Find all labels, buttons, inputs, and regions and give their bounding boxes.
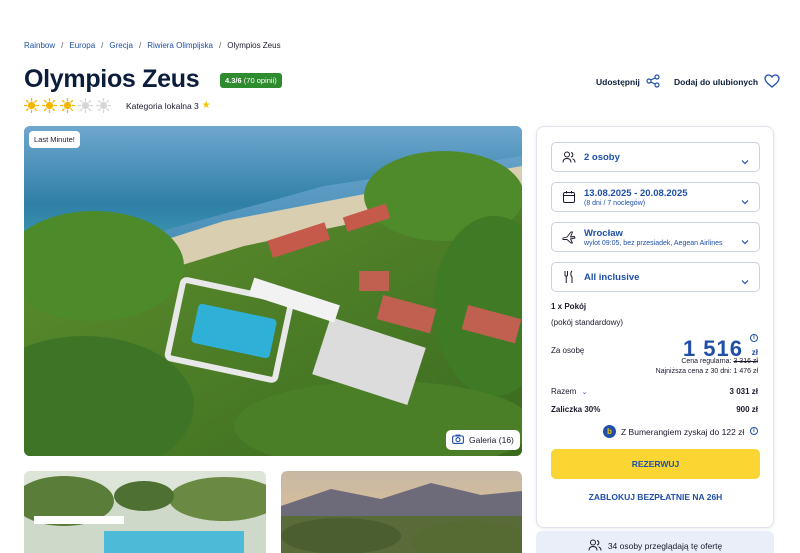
- chevron-down-icon: [741, 153, 749, 165]
- info-icon[interactable]: i: [750, 334, 758, 342]
- total-label: Razem: [551, 387, 577, 396]
- breadcrumb-rainbow[interactable]: Rainbow: [24, 41, 55, 50]
- star-icon: ★: [201, 100, 211, 111]
- share-button[interactable]: Udostępnij: [596, 74, 660, 90]
- page-title: Olympios Zeus: [24, 65, 200, 93]
- departure-details: wylot 09:05, bez przesiadek, Aegean Airl…: [584, 239, 723, 247]
- total-toggle[interactable]: Razem ⌄: [551, 387, 587, 396]
- sun-filled-icon: [41, 97, 58, 114]
- camera-icon: [452, 434, 464, 446]
- dates-select[interactable]: 13.08.2025 - 20.08.2025 (8 dni / 7 nocle…: [551, 182, 760, 212]
- persons-value: 2 osoby: [584, 151, 620, 163]
- thumbnail-photo-2[interactable]: [281, 471, 522, 553]
- breadcrumb: Rainbow / Europa / Grecja / Riwiera Olimpij…: [24, 41, 281, 50]
- gallery-button[interactable]: Galeria (16): [446, 430, 520, 450]
- bumerang-logo: b: [603, 425, 616, 438]
- rating-badge[interactable]: 4.3/6 (70 opinii): [220, 73, 282, 88]
- cutlery-icon: [562, 270, 576, 284]
- bumerang-text: Z Bumerangiem zyskaj do 122 zł: [621, 426, 745, 437]
- viewers-notice: 34 osoby przeglądają tę ofertę: [536, 531, 774, 553]
- gallery-label: Galeria (16): [469, 435, 514, 445]
- last-minute-badge: Last Minute!: [29, 131, 80, 148]
- share-icon: [646, 74, 660, 90]
- rating-value: 4.3/6: [225, 76, 242, 85]
- category-label: Kategoria lokalna 3: [126, 100, 199, 111]
- breadcrumb-grecja[interactable]: Grecja: [109, 41, 133, 50]
- breadcrumb-europa[interactable]: Europa: [69, 41, 95, 50]
- deposit-label: Zaliczka 30%: [551, 405, 601, 414]
- heart-icon: [764, 74, 780, 90]
- chevron-down-icon: [741, 273, 749, 285]
- booking-panel: 2 osoby 13.08.2025 - 20.08.2025 (8 dni /…: [536, 126, 774, 528]
- persons-select[interactable]: 2 osoby: [551, 142, 760, 172]
- plane-icon: [562, 230, 576, 244]
- bumerang-promo: b Z Bumerangiem zyskaj do 122 zł: [603, 425, 744, 438]
- rating-count: (70 opinii): [243, 76, 277, 85]
- lowest-price-30d: Najniższa cena z 30 dni: 1 476 zł: [655, 368, 758, 375]
- departure-city: Wrocław: [584, 227, 623, 239]
- thumbnail-photo-1[interactable]: [24, 471, 266, 553]
- room-count: 1 x Pokój: [551, 302, 587, 311]
- local-category: Kategoria lokalna 3 ★: [126, 100, 211, 111]
- breadcrumb-riwiera[interactable]: Riwiera Olimpijska: [147, 41, 213, 50]
- departure-select[interactable]: Wrocław wylot 09:05, bez przesiadek, Aeg…: [551, 222, 760, 252]
- board-value: All inclusive: [584, 271, 640, 283]
- board-select[interactable]: All inclusive: [551, 262, 760, 292]
- room-type: (pokój standardowy): [551, 318, 624, 327]
- favorite-label: Dodaj do ulubionych: [674, 77, 759, 87]
- regular-price: Cena regularna: 3 316 zł: [681, 358, 758, 365]
- dates-duration: (8 dni / 7 noclegów): [584, 199, 646, 207]
- people-icon: [588, 538, 602, 553]
- chevron-down-icon: [741, 193, 749, 205]
- sun-rating: [23, 97, 112, 114]
- sun-filled-icon: [59, 97, 76, 114]
- price-currency: zł: [751, 348, 758, 357]
- dates-value: 13.08.2025 - 20.08.2025: [584, 187, 688, 199]
- block-free-button[interactable]: ZABLOKUJ BEZPŁATNIE NA 26H: [551, 492, 760, 502]
- info-icon[interactable]: i: [750, 427, 758, 435]
- sun-empty-icon: [77, 97, 94, 114]
- hero-photo[interactable]: [24, 126, 522, 456]
- viewers-text: 34 osoby przeglądają tę ofertę: [607, 541, 723, 551]
- sun-empty-icon: [95, 97, 112, 114]
- people-icon: [562, 150, 576, 164]
- total-value: 3 031 zł: [729, 387, 758, 396]
- breadcrumb-current: Olympios Zeus: [227, 41, 281, 50]
- regular-price-label: Cena regularna:: [681, 358, 732, 365]
- sun-filled-icon: [23, 97, 40, 114]
- chevron-down-icon: ⌄: [581, 389, 588, 396]
- calendar-icon: [562, 190, 576, 204]
- favorite-button[interactable]: Dodaj do ulubionych: [674, 74, 780, 90]
- share-label: Udostępnij: [596, 77, 640, 87]
- regular-price-value: 3 316 zł: [733, 358, 758, 365]
- chevron-down-icon: [741, 233, 749, 245]
- deposit-value: 900 zł: [736, 405, 758, 414]
- reserve-button[interactable]: REZERWUJ: [551, 449, 760, 479]
- per-person-label: Za osobę: [551, 346, 585, 355]
